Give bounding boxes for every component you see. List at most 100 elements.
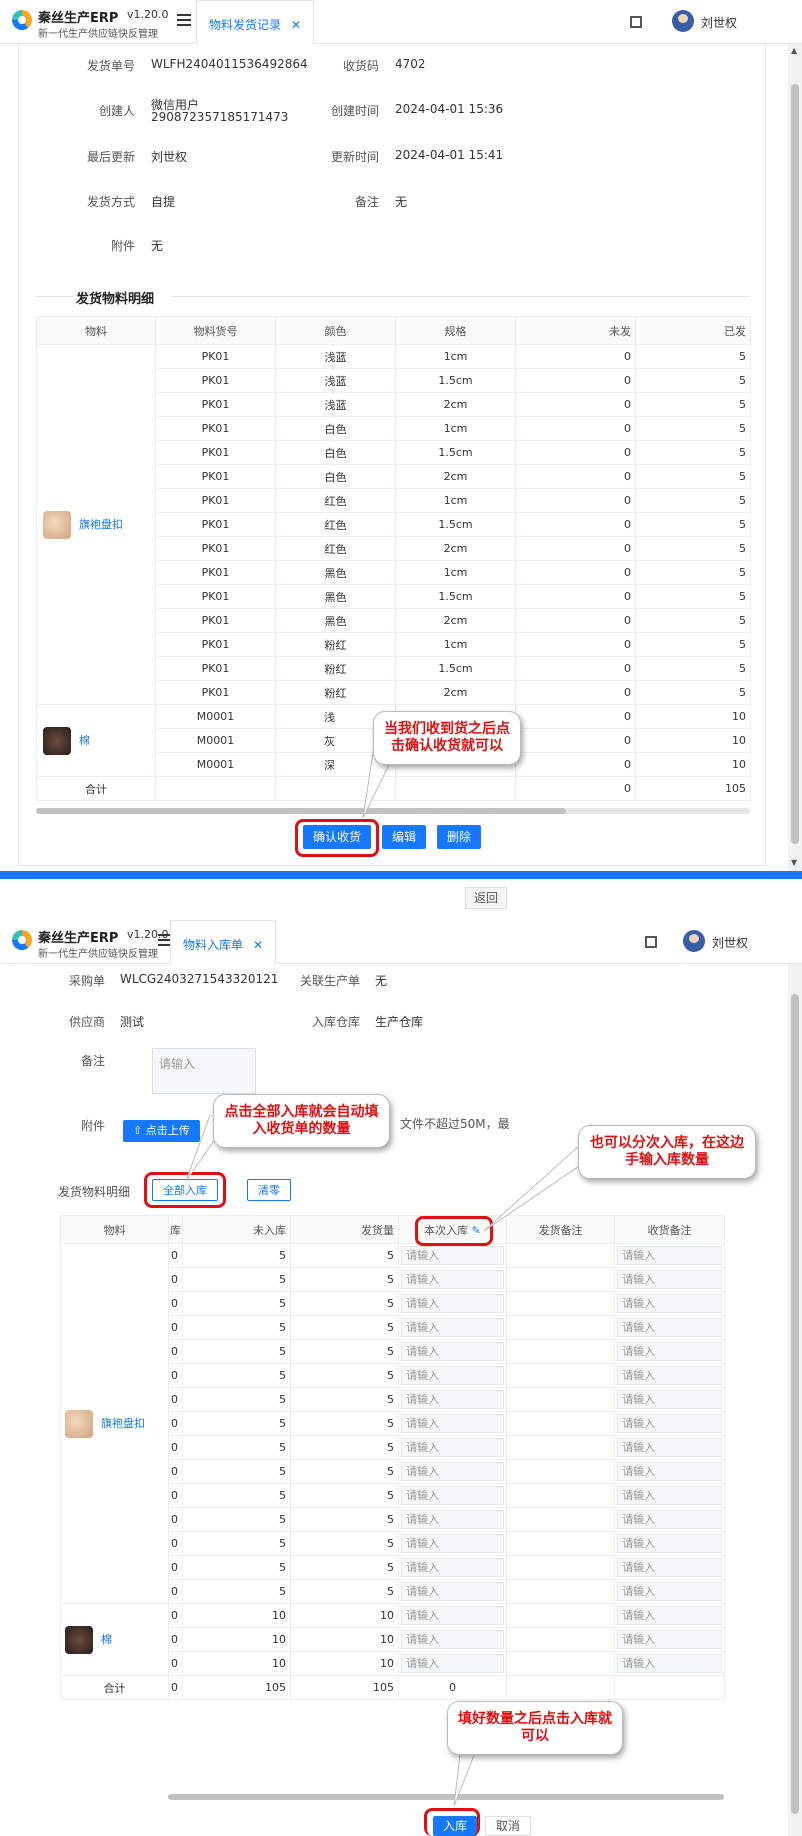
this-batch-input[interactable]: 请输入 xyxy=(401,1366,504,1385)
receipt-remark-input[interactable]: 请输入 xyxy=(617,1390,722,1409)
scroll-up-icon[interactable]: ▲ xyxy=(791,46,797,55)
callout-done: 填好数量之后点击入库就可以 xyxy=(447,1701,623,1755)
receipt-remark-input[interactable]: 请输入 xyxy=(617,1270,722,1289)
avatar[interactable] xyxy=(672,10,694,32)
this-batch-input[interactable]: 请输入 xyxy=(401,1342,504,1361)
this-batch-input[interactable]: 请输入 xyxy=(401,1654,504,1673)
app-name: 秦丝生产ERP xyxy=(38,931,119,946)
receipt-remark-input[interactable]: 请输入 xyxy=(617,1246,722,1265)
table-cell: M0001 xyxy=(155,752,276,777)
cotton-image xyxy=(65,1625,93,1654)
table-cell: PK01 xyxy=(155,488,276,513)
receipt-remark-input[interactable]: 请输入 xyxy=(617,1534,722,1553)
material-link[interactable]: 棉 xyxy=(101,1633,112,1646)
table-cell xyxy=(506,1291,615,1316)
receipt-remark-input[interactable]: 请输入 xyxy=(617,1630,722,1649)
this-batch-input[interactable]: 请输入 xyxy=(401,1390,504,1409)
receipt-remark-input[interactable]: 请输入 xyxy=(617,1582,722,1601)
quantity-cell: 5 xyxy=(290,1507,399,1532)
scrollbar-thumb[interactable] xyxy=(791,84,799,844)
receipt-remark-input[interactable]: 请输入 xyxy=(617,1486,722,1505)
tab-shipment-record[interactable]: 物料发货记录 ✕ xyxy=(196,0,315,44)
between-strip: 返回 xyxy=(0,879,802,920)
quantity-cell: 5 xyxy=(182,1555,291,1580)
receipt-remark-input[interactable]: 请输入 xyxy=(617,1654,722,1673)
vertical-scrollbar[interactable]: ▲ ▼ xyxy=(788,44,802,871)
vertical-scrollbar[interactable] xyxy=(788,964,802,1836)
material-cell: 棉 xyxy=(36,704,156,777)
close-icon[interactable]: ✕ xyxy=(253,938,263,952)
table-cell: PK01 xyxy=(155,416,276,441)
column-header: 颜色 xyxy=(275,316,396,345)
quantity-cell: 0 xyxy=(515,512,636,537)
this-batch-input[interactable]: 请输入 xyxy=(401,1438,504,1457)
this-batch-input[interactable]: 请输入 xyxy=(401,1534,504,1553)
receipt-remark-input[interactable]: 请输入 xyxy=(617,1606,722,1625)
this-batch-input[interactable]: 请输入 xyxy=(401,1270,504,1289)
fullscreen-icon[interactable] xyxy=(645,936,657,948)
table-cell: 浅蓝 xyxy=(275,392,396,417)
receipt-remark-input[interactable]: 请输入 xyxy=(617,1510,722,1529)
table-cell: 1cm xyxy=(395,416,516,441)
quantity-cell: 5 xyxy=(635,608,751,633)
avatar[interactable] xyxy=(683,930,705,952)
tab-stock-in[interactable]: 物料入库单 ✕ xyxy=(170,920,277,964)
receipt-remark-input[interactable]: 请输入 xyxy=(617,1462,722,1481)
table-cell: 请输入 xyxy=(614,1291,725,1316)
delete-button[interactable]: 删除 xyxy=(437,825,482,849)
receipt-remark-input[interactable]: 请输入 xyxy=(617,1414,722,1433)
this-batch-input[interactable]: 请输入 xyxy=(401,1606,504,1625)
material-link[interactable]: 旗袍盘扣 xyxy=(79,518,123,531)
user-name[interactable]: 刘世权 xyxy=(712,934,748,951)
total-pending: 105 xyxy=(182,1675,291,1700)
remark-input[interactable]: 请输入 xyxy=(152,1048,256,1094)
column-header-label: 收货备注 xyxy=(647,1223,692,1237)
material-link[interactable]: 棉 xyxy=(79,734,90,747)
receipt-remark-input[interactable]: 请输入 xyxy=(617,1318,722,1337)
this-batch-input[interactable]: 请输入 xyxy=(401,1510,504,1529)
table-cell: 请输入 xyxy=(614,1435,725,1460)
updater-label: 最后更新 xyxy=(86,150,135,164)
material-link[interactable]: 旗袍盘扣 xyxy=(101,1417,145,1430)
quantity-cell: 5 xyxy=(182,1339,291,1364)
this-batch-input[interactable]: 请输入 xyxy=(401,1582,504,1601)
this-batch-input[interactable]: 请输入 xyxy=(401,1462,504,1481)
scrollbar-thumb[interactable] xyxy=(791,994,799,1814)
this-batch-input[interactable]: 请输入 xyxy=(401,1630,504,1649)
this-batch-input[interactable]: 请输入 xyxy=(401,1486,504,1505)
table-row: 旗袍盘扣 0 5 5 请输入 请输入 xyxy=(60,1243,725,1604)
table-cell: 红色 xyxy=(275,488,396,513)
this-batch-input[interactable]: 请输入 xyxy=(401,1294,504,1313)
quantity-cell: 5 xyxy=(182,1531,291,1556)
table-cell: PK01 xyxy=(155,440,276,465)
clear-button[interactable]: 清零 xyxy=(247,1179,291,1201)
cancel-button[interactable]: 取消 xyxy=(485,1816,532,1836)
receipt-remark-input[interactable]: 请输入 xyxy=(617,1342,722,1361)
this-batch-input[interactable]: 请输入 xyxy=(401,1414,504,1433)
receipt-remark-input[interactable]: 请输入 xyxy=(617,1558,722,1577)
column-header-label: 未入库 xyxy=(253,1223,286,1237)
receipt-remark-input[interactable]: 请输入 xyxy=(617,1366,722,1385)
receipt-remark-input[interactable]: 请输入 xyxy=(617,1438,722,1457)
receipt-remark-input[interactable]: 请输入 xyxy=(617,1294,722,1313)
close-icon[interactable]: ✕ xyxy=(291,18,301,32)
table-cell xyxy=(506,1531,615,1556)
table-cell: 1cm xyxy=(395,488,516,513)
stock-cell: 0 xyxy=(168,1387,183,1412)
scroll-down-icon[interactable]: ▼ xyxy=(791,858,797,867)
this-batch-input[interactable]: 请输入 xyxy=(401,1558,504,1577)
quantity-cell: 5 xyxy=(635,656,751,681)
user-name[interactable]: 刘世权 xyxy=(701,14,737,31)
column-header-label: 物料 xyxy=(103,1223,126,1237)
fullscreen-icon[interactable] xyxy=(630,16,642,28)
this-batch-input[interactable]: 请输入 xyxy=(401,1246,504,1265)
edit-button[interactable]: 编辑 xyxy=(382,825,427,849)
this-batch-input[interactable]: 请输入 xyxy=(401,1318,504,1337)
back-button[interactable]: 返回 xyxy=(465,887,507,909)
table-cell: 2cm xyxy=(395,464,516,489)
table-cell xyxy=(506,1675,615,1700)
table-cell: 请输入 xyxy=(398,1507,507,1532)
method-label: 发货方式 xyxy=(86,195,135,209)
menu-toggle-icon[interactable] xyxy=(177,14,191,26)
screenshot-divider xyxy=(0,871,802,879)
